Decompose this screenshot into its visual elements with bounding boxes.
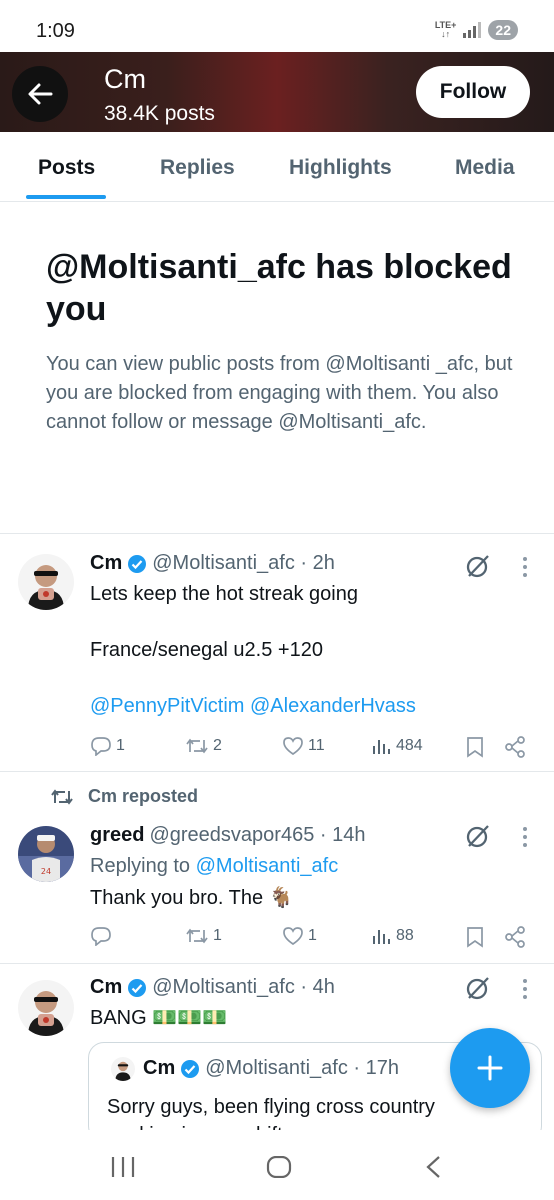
tweet-author-name[interactable]: Cm [90,976,122,999]
profile-name: Cm [104,64,146,94]
home-icon[interactable] [266,1156,292,1178]
divider [0,771,554,772]
posts-count: 38.4K posts [104,102,215,125]
like-icon [283,927,303,946]
like-button[interactable]: 1 [282,926,317,946]
tweet-author-name[interactable]: greed [90,824,144,847]
tweet-handle-time[interactable]: @Moltisanti_afc · 2h [152,552,335,575]
avatar-image [111,1057,135,1081]
avatar-image [18,554,74,610]
mention-link[interactable]: @PennyPitVictim [90,695,244,717]
tweet-header: Cm @Moltisanti_afc · 4h [90,976,335,999]
compose-icon [477,1055,503,1081]
tweet-handle-time[interactable]: @greedsvapor465 · 14h [149,824,365,847]
grok-icon[interactable] [464,822,492,850]
tweet-line: Lets keep the hot streak going [90,583,358,605]
quoted-tweet-header: Cm @Moltisanti_afc · 17h [143,1057,399,1080]
avatar[interactable] [18,980,74,1036]
more-icon[interactable] [522,826,528,848]
tab-media[interactable]: Media [455,156,515,180]
tweet-handle-time[interactable]: @Moltisanti_afc · 4h [152,976,335,999]
blocked-description: You can view public posts from @Moltisan… [46,353,513,433]
views-icon [373,740,390,754]
grok-icon[interactable] [464,974,492,1002]
more-icon[interactable] [522,978,528,1000]
avatar-image: 24 [18,826,74,882]
blocked-title: @Moltisanti_afc has blocked you [46,248,512,328]
tab-replies[interactable]: Replies [160,156,235,180]
tweet-line: France/senegal u2.5 +120 [90,639,323,661]
verified-icon [128,554,147,573]
mention-link[interactable]: @AlexanderHvass [250,695,416,717]
verified-icon [128,978,147,997]
battery-indicator: 22 [488,20,518,40]
views-button[interactable]: 88 [372,926,414,946]
repost-icon [186,928,208,944]
divider [0,533,554,534]
system-nav-bar [0,1130,554,1200]
quoted-author-name: Cm [143,1057,176,1079]
back-button[interactable] [12,66,68,122]
quoted-handle-time: @Moltisanti_afc · 17h [205,1057,399,1079]
views-button[interactable]: 484 [372,736,423,756]
tweet-header: greed @greedsvapor465 · 14h [90,824,365,847]
avatar-image [18,980,74,1036]
tweet-body: Replying to @Moltisanti_afc Thank you br… [90,852,530,912]
profile-tabs: Posts Replies Highlights Media [0,132,554,202]
tweet-body: Lets keep the hot streak going France/se… [90,580,530,720]
status-bar: 1:09 LTE+ ↓↑ 22 [0,0,554,52]
back-icon[interactable] [424,1155,442,1179]
avatar[interactable]: 24 [18,826,74,882]
mention-link[interactable]: @Moltisanti_afc [196,855,339,877]
reply-button[interactable] [90,926,116,946]
share-icon[interactable] [504,736,526,758]
reply-icon [91,927,111,946]
like-button[interactable]: 11 [282,736,325,756]
bookmark-icon[interactable] [466,926,484,948]
tweet-author-name[interactable]: Cm [90,552,122,575]
repost-icon [51,788,73,805]
bookmark-icon[interactable] [466,736,484,758]
active-tab-indicator [26,195,106,199]
repost-icon [186,738,208,754]
network-indicator: LTE+ ↓↑ [434,20,457,39]
tweet-header: Cm @Moltisanti_afc · 2h [90,552,335,575]
avatar [111,1057,135,1081]
repost-label: Cm reposted [50,786,198,807]
avatar[interactable] [18,554,74,610]
tweet-line: Thank you bro. The 🐐 [90,887,294,909]
views-icon [373,930,390,944]
signal-icon [463,22,482,38]
divider [0,963,554,964]
tab-posts[interactable]: Posts [38,156,95,180]
repost-button[interactable]: 1 [185,926,222,946]
compose-button[interactable] [450,1028,530,1108]
back-arrow-icon [28,83,53,105]
svg-text:24: 24 [41,867,51,876]
like-icon [283,737,303,756]
repost-button[interactable]: 2 [185,736,222,756]
status-indicators: LTE+ ↓↑ 22 [435,20,518,40]
reply-icon [91,737,111,756]
follow-button[interactable]: Follow [416,66,530,118]
more-icon[interactable] [522,556,528,578]
verified-icon [181,1059,200,1078]
share-icon[interactable] [504,926,526,948]
recents-icon[interactable] [110,1156,136,1178]
tab-highlights[interactable]: Highlights [289,156,392,180]
status-time: 1:09 [36,20,75,42]
tweet-line: BANG 💵💵💵 [90,1007,227,1029]
grok-icon[interactable] [464,552,492,580]
profile-header: Cm 38.4K posts Follow [0,52,554,132]
replying-to-label: Replying to [90,855,191,877]
reply-button[interactable]: 1 [90,736,125,756]
